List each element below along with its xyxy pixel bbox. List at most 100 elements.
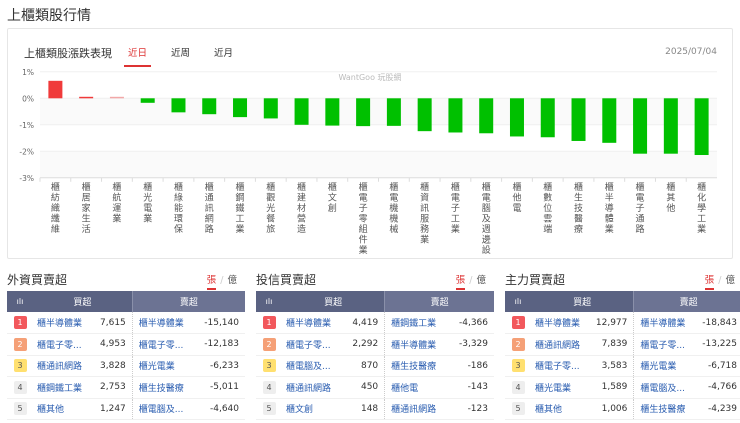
bar — [356, 98, 371, 127]
x-tick-label: 櫃數位雲端 — [543, 181, 552, 235]
y-tick-label: -1% — [19, 121, 34, 130]
x-tick-label: 櫃電子零組件業 — [359, 181, 368, 256]
bar — [633, 98, 648, 154]
bar — [140, 98, 155, 103]
y-tick-label: 0% — [22, 94, 34, 103]
col-buy: 買超 — [33, 291, 133, 312]
sell-value: -4,366 — [449, 312, 494, 334]
table-row: 3 櫃電子零... 3,583 櫃光電業 -6,718 — [505, 355, 740, 377]
sell-value: -4,766 — [694, 376, 740, 399]
table-row: 1 櫃半導體業 4,419 櫃鋼鐵工業 -4,366 — [256, 312, 494, 334]
buy-value: 12,977 — [588, 312, 634, 334]
bar — [263, 98, 278, 119]
x-tick-label: 櫃電子通路 — [636, 181, 645, 235]
sell-sector-link[interactable]: 櫃鋼鐵工業 — [384, 312, 450, 334]
buy-value: 1,006 — [588, 398, 634, 420]
bar — [294, 98, 309, 125]
buy-sector-link[interactable]: 櫃鋼鐵工業 — [33, 376, 93, 399]
unit-shares[interactable]: 張 — [455, 275, 466, 290]
table-row: 5 櫃其他 1,247 櫃電腦及... -4,640 — [7, 398, 245, 420]
bar — [233, 98, 248, 118]
unit-amount[interactable]: 億 — [476, 275, 486, 286]
buy-value: 1,589 — [588, 376, 634, 399]
buy-sector-link[interactable]: 櫃電子零... — [33, 333, 93, 356]
sell-sector-link[interactable]: 櫃半導體業 — [633, 312, 695, 334]
x-tick-label: 櫃鋼鐵工業 — [236, 181, 245, 235]
buy-sector-link[interactable]: 櫃其他 — [531, 398, 589, 420]
buy-sector-link[interactable]: 櫃通訊網路 — [282, 376, 344, 399]
sell-sector-link[interactable]: 櫃通訊網路 — [384, 398, 450, 420]
chart-icon[interactable]: ılı — [256, 291, 282, 312]
buy-sector-link[interactable]: 櫃電子零... — [282, 333, 344, 356]
bar — [663, 98, 678, 154]
bar — [571, 98, 586, 141]
y-tick-label: -3% — [19, 174, 34, 183]
buy-value: 450 — [343, 376, 385, 399]
sell-value: -186 — [449, 355, 494, 377]
rank-badge: 1 — [262, 316, 276, 329]
chart-icon[interactable]: ılı — [505, 291, 531, 312]
bar — [417, 98, 432, 132]
net-buy-table: ılı 買超 賣超 1 櫃半導體業 4,419 櫃鋼鐵工業 -4,366 2 櫃… — [256, 291, 494, 420]
unit-shares[interactable]: 張 — [206, 275, 217, 290]
buy-sector-link[interactable]: 櫃通訊網路 — [531, 333, 589, 356]
bar — [694, 98, 709, 156]
buy-sector-link[interactable]: 櫃半導體業 — [33, 312, 93, 334]
sell-sector-link[interactable]: 櫃生技醫療 — [633, 398, 695, 420]
table-row: 2 櫃通訊網路 7,839 櫃電子零... -13,225 — [505, 333, 740, 356]
rank-badge: 5 — [262, 402, 276, 416]
buy-sector-link[interactable]: 櫃光電業 — [531, 376, 589, 399]
buy-sector-link[interactable]: 櫃通訊網路 — [33, 355, 93, 377]
rank-badge: 1 — [13, 316, 27, 329]
x-tick-label: 櫃他電 — [512, 181, 521, 214]
unit-amount[interactable]: 億 — [227, 275, 237, 286]
unit-amount[interactable]: 億 — [725, 275, 735, 286]
unit-shares[interactable]: 張 — [704, 275, 715, 290]
buy-sector-link[interactable]: 櫃電子零... — [531, 355, 589, 377]
sector-bar-chart: 1% 0% -1% -2% -3% WantGoo 玩股網櫃紡織纖維 櫃居家生活 櫃航運業 櫃光… — [19, 68, 717, 256]
buy-sector-link[interactable]: 櫃半導體業 — [282, 312, 344, 334]
buy-sector-link[interactable]: 櫃電腦及... — [282, 355, 344, 377]
sell-sector-link[interactable]: 櫃電子零... — [131, 333, 196, 356]
sell-sector-link[interactable]: 櫃生技醫療 — [384, 355, 450, 377]
rank-badge: 2 — [13, 337, 27, 351]
sell-sector-link[interactable]: 櫃他電 — [384, 376, 450, 399]
bar — [48, 80, 63, 99]
net-buy-table: ılı 買超 賣超 1 櫃半導體業 7,615 櫃半導體業 -15,140 2 … — [7, 291, 245, 420]
x-tick-label: 櫃通訊網路 — [205, 181, 214, 235]
section-title: 外資買賣超 — [7, 273, 68, 287]
bar — [79, 96, 94, 99]
bar — [509, 98, 524, 137]
sell-sector-link[interactable]: 櫃半導體業 — [384, 333, 450, 356]
x-tick-label: 櫃光電業 — [143, 181, 152, 225]
bar — [479, 98, 494, 134]
buy-value: 870 — [343, 355, 385, 377]
buy-sector-link[interactable]: 櫃其他 — [33, 398, 93, 420]
buy-sector-link[interactable]: 櫃半導體業 — [531, 312, 589, 334]
rank-badge: 2 — [262, 337, 276, 351]
x-tick-label: 櫃紡織纖維 — [51, 181, 60, 235]
rank-badge: 3 — [13, 359, 27, 373]
sell-sector-link[interactable]: 櫃生技醫療 — [131, 376, 196, 399]
sell-value: -13,225 — [694, 333, 740, 356]
buy-sector-link[interactable]: 櫃文創 — [282, 398, 344, 420]
bar — [325, 98, 340, 126]
table-row: 2 櫃電子零... 2,292 櫃半導體業 -3,329 — [256, 333, 494, 356]
table-row: 4 櫃通訊網路 450 櫃他電 -143 — [256, 376, 494, 399]
x-tick-label: 櫃居家生活 — [82, 181, 91, 235]
chart-icon[interactable]: ılı — [7, 291, 33, 312]
sell-sector-link[interactable]: 櫃電腦及... — [131, 398, 196, 420]
sell-sector-link[interactable]: 櫃光電業 — [131, 355, 196, 377]
y-tick-label: 1% — [22, 68, 34, 77]
sell-value: -4,239 — [694, 398, 740, 420]
col-buy: 買超 — [282, 291, 385, 312]
bar — [386, 98, 401, 126]
sell-value: -3,329 — [449, 333, 494, 356]
sell-sector-link[interactable]: 櫃電腦及... — [633, 376, 695, 399]
buy-value: 1,247 — [92, 398, 133, 420]
sell-sector-link[interactable]: 櫃半導體業 — [131, 312, 196, 334]
rank-badge: 2 — [511, 337, 525, 351]
sell-sector-link[interactable]: 櫃光電業 — [633, 355, 695, 377]
sell-sector-link[interactable]: 櫃電子零... — [633, 333, 695, 356]
table-row: 5 櫃其他 1,006 櫃生技醫療 -4,239 — [505, 398, 740, 420]
